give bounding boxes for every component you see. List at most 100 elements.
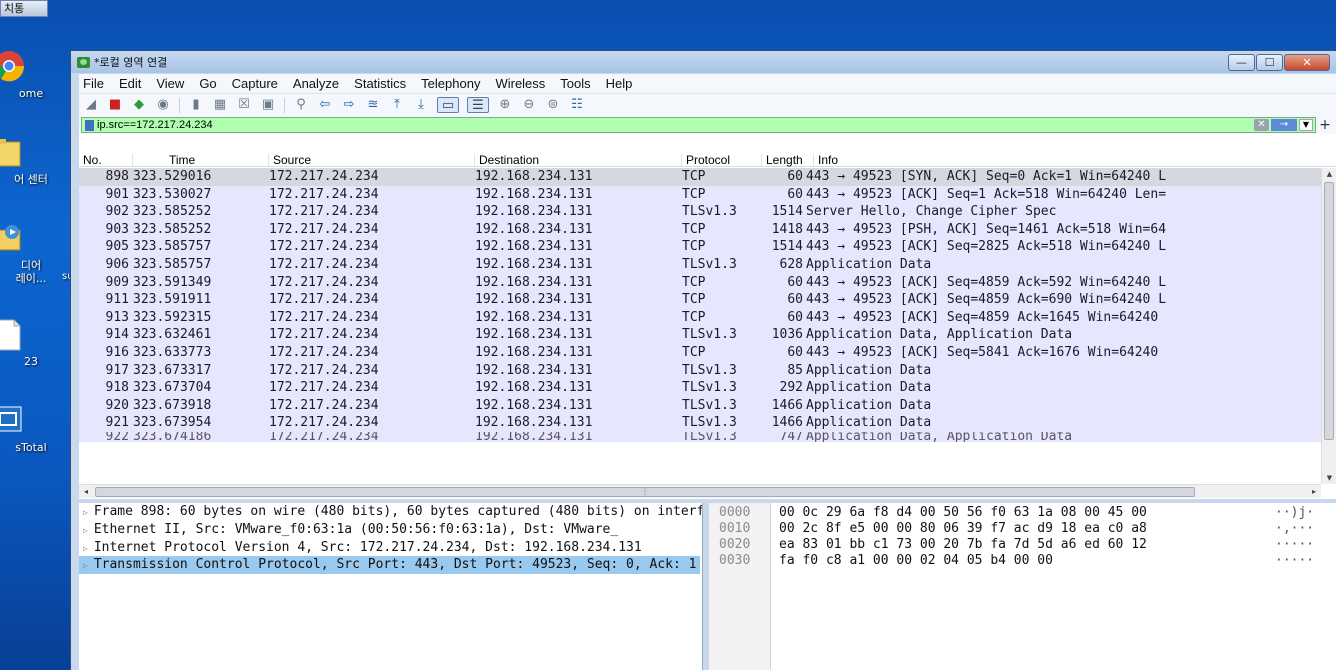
hscroll-thumb[interactable]: ⋮ — [95, 487, 1195, 497]
zoom-out-icon[interactable]: ⊖ — [521, 97, 537, 113]
packet-row[interactable]: 920 323.673918 172.217.24.234 192.168.234.1… — [79, 396, 1321, 415]
byte-ascii[interactable]: ··)j· — [1275, 505, 1314, 521]
byte-ascii[interactable]: ·,··· — [1275, 521, 1314, 537]
menu-help[interactable]: Help — [606, 76, 633, 91]
detail-row-tcp[interactable]: ▷ Transmission Control Protocol, Src Port… — [79, 556, 700, 575]
display-filter-input[interactable]: ip.src==172.217.24.234 ✕ → ▼ — [81, 117, 1316, 133]
packet-row[interactable]: 902 323.585252 172.217.24.234 192.168.234.1… — [79, 203, 1321, 221]
packet-row[interactable]: 901 323.530027 172.217.24.234 192.168.234.1… — [79, 185, 1321, 204]
packet-row[interactable]: 916 323.633773 172.217.24.234 192.168.234.1… — [79, 343, 1321, 362]
zoom-normal-icon[interactable]: ⊜ — [545, 97, 561, 113]
column-header-protocol[interactable]: Protocol — [682, 154, 762, 166]
first-packet-icon[interactable]: ⤒ — [389, 97, 405, 113]
title-bar[interactable]: *로컬 영역 연결 — ☐ ✕ — [71, 51, 1336, 73]
menu-wireless[interactable]: Wireless — [495, 76, 545, 91]
expand-icon[interactable]: ▷ — [83, 561, 88, 570]
go-forward-icon[interactable]: ⇨ — [341, 97, 357, 113]
minimize-button[interactable]: — — [1228, 53, 1255, 71]
column-header-source[interactable]: Source — [269, 154, 475, 166]
packet-row[interactable]: 905 323.585757 172.217.24.234 192.168.234.1… — [79, 238, 1321, 256]
menu-capture[interactable]: Capture — [232, 76, 278, 91]
packet-list-hscroll[interactable]: ◂ ⋮ ▸ — [79, 484, 1321, 498]
bookmark-icon[interactable] — [85, 119, 94, 131]
desktop-icon-chrome[interactable]: ome — [0, 50, 62, 100]
vscroll-thumb[interactable] — [1324, 182, 1334, 440]
scroll-down-icon[interactable]: ▼ — [1322, 474, 1336, 482]
detail-row-ip[interactable]: ▷ Internet Protocol Version 4, Src: 172.2… — [79, 539, 702, 557]
taskbar-button[interactable]: 치통 — [0, 0, 48, 17]
desktop-icon-media[interactable]: 디어 레이... — [0, 222, 62, 285]
desktop-icon-app[interactable]: sTotal — [0, 404, 62, 454]
menu-go[interactable]: Go — [199, 76, 216, 91]
capture-options-icon[interactable]: ◉ — [155, 97, 171, 113]
zoom-in-icon[interactable]: ⊕ — [497, 97, 513, 113]
find-packet-icon[interactable]: ⚲ — [293, 97, 309, 113]
packet-row[interactable]: 911 323.591911 172.217.24.234 192.168.234.1… — [79, 291, 1321, 309]
packet-row[interactable]: 918 323.673704 172.217.24.234 192.168.234.1… — [79, 379, 1321, 397]
packet-row[interactable]: 909 323.591349 172.217.24.234 192.168.234.1… — [79, 273, 1321, 292]
colorize-icon[interactable]: ☰ — [467, 97, 489, 113]
packet-row[interactable]: 921 323.673954 172.217.24.234 192.168.234.1… — [79, 414, 1321, 432]
menu-tools[interactable]: Tools — [560, 76, 590, 91]
expand-icon[interactable]: ▷ — [83, 508, 88, 517]
packet-list-vscroll[interactable]: ▲ ▼ — [1321, 168, 1336, 484]
byte-hex[interactable]: 00 2c 8f e5 00 00 80 06 39 f7 ac d9 18 e… — [779, 521, 1147, 537]
column-header-info[interactable]: Info — [814, 154, 1336, 166]
detail-text: Internet Protocol Version 4, Src: 172.21… — [93, 539, 642, 555]
filter-text[interactable]: ip.src==172.217.24.234 — [97, 119, 213, 131]
packet-destination: 192.168.234.131 — [475, 256, 593, 272]
detail-row-ethernet[interactable]: ▷ Ethernet II, Src: VMware_f0:63:1a (00:5… — [79, 521, 702, 539]
packet-row[interactable]: 917 323.673317 172.217.24.234 192.168.234.1… — [79, 361, 1321, 380]
menu-file[interactable]: File — [83, 76, 104, 91]
byte-hex[interactable]: fa f0 c8 a1 00 00 02 04 05 b4 00 00 — [779, 553, 1053, 569]
last-packet-icon[interactable]: ⤓ — [413, 97, 429, 113]
open-file-icon[interactable]: ▮ — [188, 97, 204, 113]
detail-row-frame[interactable]: ▷ Frame 898: 60 bytes on wire (480 bits),… — [79, 503, 702, 521]
menu-analyze[interactable]: Analyze — [293, 76, 339, 91]
resize-columns-icon[interactable]: ☷ — [569, 97, 585, 113]
desktop-icon-document[interactable]: 23 — [0, 318, 62, 368]
expand-icon[interactable]: ▷ — [83, 544, 88, 553]
desktop-icon-folder[interactable]: 어 센터 — [0, 136, 62, 186]
save-file-icon[interactable]: ▦ — [212, 97, 228, 113]
column-header-time[interactable]: Time — [133, 154, 269, 166]
clear-filter-icon[interactable]: ✕ — [1254, 119, 1269, 131]
column-header-no[interactable]: No. — [79, 154, 133, 166]
autoscroll-icon[interactable]: ▭ — [437, 97, 459, 113]
packet-row[interactable]: 903 323.585252 172.217.24.234 192.168.234.1… — [79, 220, 1321, 239]
packet-rows: 898 323.529016 172.217.24.234 192.168.234.1… — [79, 168, 1321, 484]
stop-capture-icon[interactable]: ■ — [107, 97, 123, 113]
packet-row[interactable]: 914 323.632461 172.217.24.234 192.168.234.1… — [79, 326, 1321, 344]
byte-hex[interactable]: 00 0c 29 6a f8 d4 00 50 56 f0 63 1a 08 0… — [779, 505, 1147, 521]
expand-icon[interactable]: ▷ — [83, 526, 88, 535]
packet-row[interactable]: 922 323.674186 172.217.24.234 192.168.234.1… — [79, 431, 1321, 442]
packet-row[interactable]: 906 323.585757 172.217.24.234 192.168.234.1… — [79, 255, 1321, 274]
byte-hex[interactable]: ea 83 01 bb c1 73 00 20 7b fa 7d 5d a6 e… — [779, 537, 1147, 553]
column-header-length[interactable]: Length — [762, 154, 814, 166]
packet-no: 920 — [105, 397, 129, 413]
menu-statistics[interactable]: Statistics — [354, 76, 406, 91]
packet-row[interactable]: 898 323.529016 172.217.24.234 192.168.234.1… — [79, 168, 1321, 186]
maximize-button[interactable]: ☐ — [1256, 53, 1283, 71]
close-button[interactable]: ✕ — [1284, 53, 1330, 71]
menu-edit[interactable]: Edit — [119, 76, 141, 91]
go-back-icon[interactable]: ⇦ — [317, 97, 333, 113]
column-header-destination[interactable]: Destination — [475, 154, 682, 166]
go-to-packet-icon[interactable]: ≊ — [365, 97, 381, 113]
reload-icon[interactable]: ▣ — [260, 97, 276, 113]
apply-filter-button[interactable]: → — [1271, 119, 1297, 131]
scroll-right-icon[interactable]: ▸ — [1307, 485, 1321, 498]
scroll-up-icon[interactable]: ▲ — [1322, 170, 1336, 178]
filter-history-dropdown-icon[interactable]: ▼ — [1299, 119, 1313, 131]
add-filter-button[interactable]: + — [1316, 117, 1334, 133]
menu-view[interactable]: View — [156, 76, 184, 91]
packet-row[interactable]: 913 323.592315 172.217.24.234 192.168.234.1… — [79, 308, 1321, 327]
scroll-left-icon[interactable]: ◂ — [79, 485, 93, 498]
start-capture-icon[interactable]: ◢ — [83, 97, 99, 113]
byte-ascii[interactable]: ····· — [1275, 537, 1314, 553]
close-file-icon[interactable]: ☒ — [236, 97, 252, 113]
packet-list: No. Time Source Destination Protocol Len… — [79, 154, 1336, 499]
byte-ascii[interactable]: ····· — [1275, 553, 1314, 569]
restart-capture-icon[interactable]: ◆ — [131, 97, 147, 113]
menu-telephony[interactable]: Telephony — [421, 76, 480, 91]
